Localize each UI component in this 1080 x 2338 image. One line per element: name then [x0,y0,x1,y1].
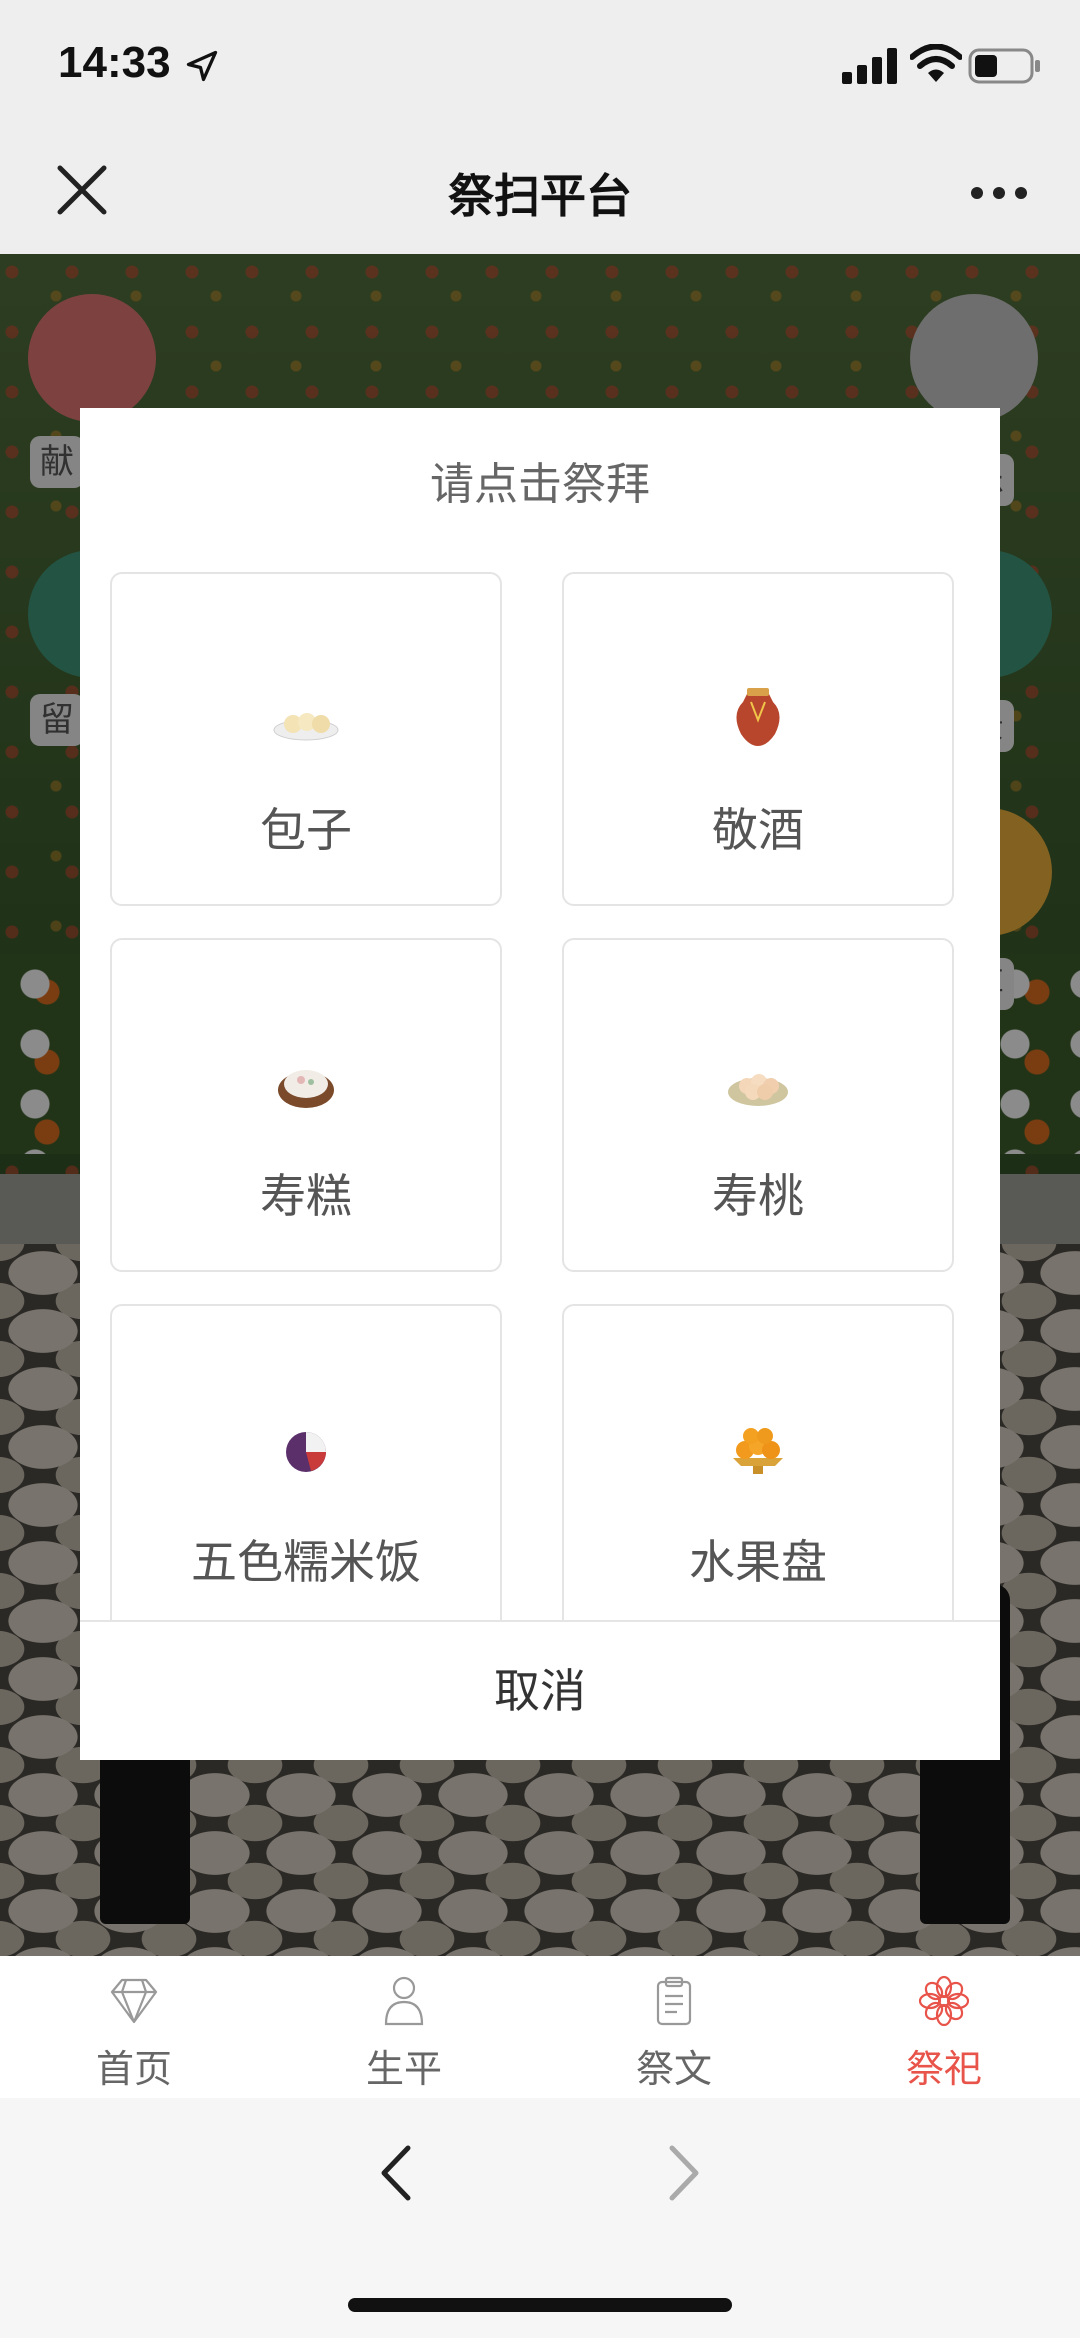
tab-label: 生平 [365,2047,442,2091]
tab-life[interactable]: 生平 [304,1974,504,2094]
five-color-rice-icon [286,1432,326,1472]
steamed-bun-icon [273,713,339,741]
dialog-title: 请点击祭拜 [430,459,650,510]
cellular-signal-icon [842,48,897,84]
nav-bar: 祭扫平台 [0,130,1080,255]
tab-label: 首页 [95,2047,172,2091]
offering-label: 寿糕 [260,1169,352,1223]
offering-card-bun[interactable]: 包子 [110,572,502,906]
tab-home[interactable]: 首页 [34,1974,234,2094]
location-arrow-icon [186,50,218,82]
offering-card-cake[interactable]: 寿糕 [110,938,502,1272]
offering-grid: 请点击祭拜 包子 敬酒 寿糕 寿桃 五色糯米饭 水果盘 [80,408,1000,1620]
tab-label: 祭祀 [905,2047,982,2091]
forward-arrow-icon[interactable] [664,2142,706,2204]
offering-card-fruit[interactable]: 水果盘 [562,1304,954,1620]
battery-icon [968,48,1040,84]
home-indicator[interactable] [348,2298,732,2312]
tab-eulogy[interactable]: 祭文 [574,1974,774,2094]
flower-icon [918,1975,970,2027]
wine-jar-icon [736,688,780,746]
longevity-peach-icon [728,1074,788,1106]
longevity-cake-icon [278,1070,334,1108]
offering-card-rice[interactable]: 五色糯米饭 [110,1304,502,1620]
wifi-icon [910,44,962,82]
bottom-tab-bar: 首页 生平 祭文 祭祀 [0,1956,1080,2099]
more-icon[interactable] [968,184,1030,202]
offering-label: 五色糯米饭 [191,1535,421,1589]
browser-toolbar [0,2098,1080,2338]
page-title: 祭扫平台 [448,169,632,223]
offering-label: 敬酒 [712,803,804,857]
back-arrow-icon[interactable] [374,2142,416,2204]
status-time: 14:33 [58,38,171,87]
offering-label: 水果盘 [689,1535,827,1589]
cancel-button[interactable]: 取消 [80,1622,1000,1760]
offering-card-peach[interactable]: 寿桃 [562,938,954,1272]
clipboard-icon [656,1976,692,2026]
offering-label: 寿桃 [712,1169,804,1223]
tab-worship[interactable]: 祭祀 [844,1974,1044,2094]
offering-label: 包子 [260,803,352,857]
offering-card-wine[interactable]: 敬酒 [562,572,954,906]
fruit-plate-icon [733,1428,783,1474]
offering-dialog: 请点击祭拜 包子 敬酒 寿糕 寿桃 五色糯米饭 水果盘 取消 [80,408,1000,1760]
diamond-icon [110,1978,158,2024]
status-bar: 14:33 [0,0,1080,130]
tab-label: 祭文 [635,2047,712,2091]
person-icon [384,1976,424,2026]
